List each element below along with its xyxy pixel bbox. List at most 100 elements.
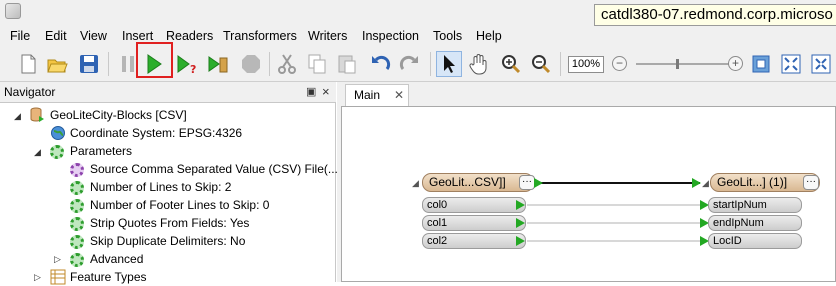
reader-feature-type[interactable]: GeoLit...CSV]] bbox=[422, 173, 534, 192]
zoom-plus-button[interactable]: + bbox=[728, 56, 743, 71]
attribute-port-icon[interactable] bbox=[516, 218, 525, 228]
reader-attribute-label: col2 bbox=[427, 235, 448, 247]
fit-icon[interactable] bbox=[750, 53, 772, 75]
tree-param-strip-quotes[interactable]: Strip Quotes From Fields: Yes bbox=[90, 214, 249, 232]
tree-param-source-file[interactable]: Source Comma Separated Value (CSV) File(… bbox=[90, 160, 338, 178]
menu-transformers[interactable]: Transformers bbox=[223, 28, 297, 44]
tab-main[interactable]: Main ✕ bbox=[345, 84, 409, 106]
gear-icon bbox=[70, 163, 84, 177]
redo-icon[interactable] bbox=[399, 53, 421, 75]
app-icon[interactable] bbox=[5, 3, 21, 19]
writer-feature-type-label: GeoLit...] (1)] bbox=[717, 175, 788, 189]
reader-attribute[interactable]: col2 bbox=[422, 233, 526, 249]
reader-feature-type-label: GeoLit...CSV]] bbox=[429, 175, 506, 189]
tree-param-advanced[interactable]: Advanced bbox=[90, 250, 143, 268]
run-button-highlight bbox=[136, 42, 173, 78]
toolbar-separator bbox=[269, 52, 270, 76]
gear-icon bbox=[70, 217, 84, 231]
tree-param-lines-to-skip[interactable]: Number of Lines to Skip: 2 bbox=[90, 178, 231, 196]
workspace-canvas[interactable]: ◢ GeoLit...CSV]] ··· col0 col1 col2 ◢ Ge… bbox=[341, 106, 836, 282]
writer-attribute-label: startIpNum bbox=[713, 199, 767, 211]
collapse-arrow-icon[interactable]: ◢ bbox=[34, 147, 41, 158]
menu-tools[interactable]: Tools bbox=[433, 28, 462, 44]
run-to-icon[interactable] bbox=[207, 53, 229, 75]
tree-feature-types[interactable]: Feature Types bbox=[70, 268, 147, 286]
main-area: Main ✕ ◢ GeoLit...CSV]] ··· col0 col1 co… bbox=[337, 82, 836, 282]
reader-output-port-icon[interactable] bbox=[534, 178, 543, 188]
zoom-out-icon[interactable] bbox=[530, 53, 552, 75]
window-title-tooltip: catdl380-07.redmond.corp.microso bbox=[594, 4, 836, 26]
tree-coordinate-system[interactable]: Coordinate System: EPSG:4326 bbox=[70, 124, 242, 142]
expand-arrow-icon[interactable]: ▷ bbox=[34, 272, 41, 283]
title-bar: catdl380-07.redmond.corp.microso bbox=[0, 0, 836, 26]
zoom-slider-thumb[interactable] bbox=[676, 59, 679, 69]
zoom-slider[interactable] bbox=[636, 63, 730, 65]
menu-edit[interactable]: Edit bbox=[45, 28, 67, 44]
reader-properties-button[interactable]: ··· bbox=[519, 175, 535, 190]
cut-icon[interactable] bbox=[276, 53, 298, 75]
database-icon bbox=[30, 107, 44, 122]
tree-reader-root[interactable]: GeoLiteCity-Blocks [CSV] bbox=[50, 106, 187, 124]
run-with-prompt-icon[interactable]: ? bbox=[176, 53, 198, 75]
expand-arrow-icon[interactable]: ▷ bbox=[54, 254, 61, 265]
toolbar: ? 100% − + bbox=[0, 46, 836, 82]
undo-icon[interactable] bbox=[369, 53, 391, 75]
tree-parameters[interactable]: Parameters bbox=[70, 142, 132, 160]
zoom-in-icon[interactable] bbox=[500, 53, 522, 75]
globe-icon bbox=[51, 126, 65, 140]
attribute-port-icon[interactable] bbox=[516, 200, 525, 210]
writer-properties-button[interactable]: ··· bbox=[803, 175, 819, 190]
new-icon[interactable] bbox=[17, 53, 39, 75]
pan-icon[interactable] bbox=[468, 53, 490, 75]
reader-attribute-label: col0 bbox=[427, 199, 448, 211]
reader-attribute-label: col1 bbox=[427, 217, 448, 229]
writer-attribute[interactable]: endIpNum bbox=[708, 215, 802, 231]
writer-attribute[interactable]: startIpNum bbox=[708, 197, 802, 213]
copy-icon[interactable] bbox=[306, 53, 328, 75]
select-icon[interactable] bbox=[438, 53, 460, 75]
toolbar-separator bbox=[108, 52, 109, 76]
paste-icon[interactable] bbox=[336, 53, 358, 75]
close-icon[interactable]: ✕ bbox=[394, 85, 404, 105]
pin-icon[interactable]: ▣ bbox=[306, 85, 316, 98]
reader-attribute[interactable]: col1 bbox=[422, 215, 526, 231]
menu-help[interactable]: Help bbox=[476, 28, 502, 44]
zoom-minus-button[interactable]: − bbox=[612, 56, 627, 71]
attribute-port-icon[interactable] bbox=[516, 236, 525, 246]
collapse-arrow-icon[interactable]: ◢ bbox=[702, 178, 709, 189]
menu-readers[interactable]: Readers bbox=[166, 28, 213, 44]
tree-param-skip-delimiters[interactable]: Skip Duplicate Delimiters: No bbox=[90, 232, 245, 250]
gear-icon bbox=[70, 181, 84, 195]
zoom-level-input[interactable]: 100% bbox=[568, 56, 604, 73]
tab-main-label: Main bbox=[354, 88, 381, 102]
close-icon[interactable]: × bbox=[322, 84, 330, 99]
writer-input-port-icon[interactable] bbox=[692, 178, 701, 188]
expand-icon[interactable] bbox=[810, 53, 832, 75]
toolbar-separator bbox=[430, 52, 431, 76]
overview-icon[interactable] bbox=[780, 53, 802, 75]
navigator-panel: Navigator ▣ × ◢ GeoLiteCity-Blocks [CSV]… bbox=[0, 82, 338, 285]
navigator-title: Navigator bbox=[4, 85, 56, 99]
navigator-header: Navigator ▣ × bbox=[0, 82, 336, 103]
writer-attribute[interactable]: LocID bbox=[708, 233, 802, 249]
open-icon[interactable] bbox=[46, 53, 68, 75]
menu-file[interactable]: File bbox=[10, 28, 30, 44]
feature-types-icon bbox=[50, 269, 66, 285]
menu-view[interactable]: View bbox=[80, 28, 107, 44]
gear-icon bbox=[70, 253, 84, 267]
gear-icon bbox=[70, 199, 84, 213]
reader-attribute[interactable]: col0 bbox=[422, 197, 526, 213]
svg-text:?: ? bbox=[190, 63, 196, 75]
toolbar-separator bbox=[560, 52, 561, 76]
menu-inspection[interactable]: Inspection bbox=[362, 28, 419, 44]
menu-writers[interactable]: Writers bbox=[308, 28, 347, 44]
writer-attribute-label: endIpNum bbox=[713, 217, 764, 229]
tree-param-footer-lines[interactable]: Number of Footer Lines to Skip: 0 bbox=[90, 196, 269, 214]
writer-attribute-label: LocID bbox=[713, 235, 742, 247]
collapse-arrow-icon[interactable]: ◢ bbox=[14, 111, 21, 122]
gear-icon bbox=[50, 145, 64, 159]
collapse-arrow-icon[interactable]: ◢ bbox=[412, 178, 419, 189]
stop-icon[interactable] bbox=[240, 53, 262, 75]
connection-lines bbox=[527, 182, 708, 242]
save-icon[interactable] bbox=[78, 53, 100, 75]
